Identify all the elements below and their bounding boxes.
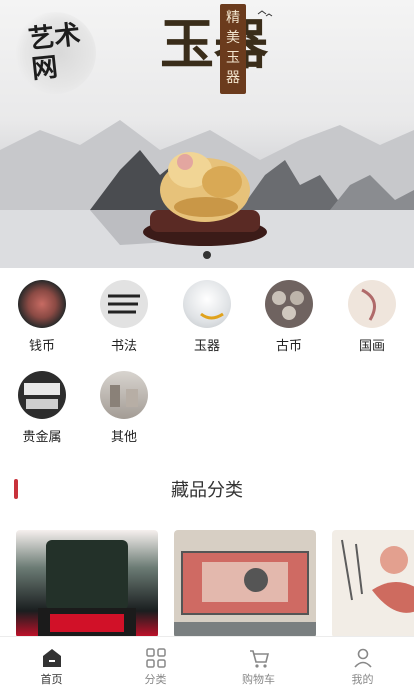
tab-home[interactable]: 首页 — [0, 637, 103, 692]
product-card[interactable] — [174, 530, 316, 638]
category-item-others[interactable]: 其他 — [94, 371, 154, 445]
tab-category[interactable]: 分类 — [104, 637, 207, 692]
category-item-ancient-coins[interactable]: 古币 — [259, 280, 319, 354]
section-header: 藏品分类 — [0, 468, 414, 508]
tab-label: 首页 — [40, 673, 63, 686]
category-label: 其他 — [110, 430, 137, 445]
category-item-jade[interactable]: 玉器 — [177, 280, 237, 354]
category-item-calligraphy[interactable]: 书法 — [94, 280, 154, 354]
category-label: 国画 — [358, 339, 385, 354]
section-title: 藏品分类 — [171, 480, 243, 501]
jade-icon — [183, 280, 231, 328]
chinese-painting-icon — [348, 280, 396, 328]
product-image-jade-seal — [38, 540, 136, 638]
banner-title: 玉器 — [160, 12, 268, 76]
others-icon — [100, 371, 148, 419]
banner-logo: 艺术网 — [27, 19, 82, 85]
category-item-banknotes[interactable]: 钱币 — [12, 280, 72, 354]
product-card[interactable] — [16, 530, 158, 638]
category-label: 钱币 — [28, 339, 55, 354]
home-icon — [42, 649, 61, 667]
carousel-indicator[interactable] — [203, 251, 211, 259]
category-item-precious-metal[interactable]: 贵金属 — [12, 371, 72, 445]
tab-label: 我的 — [351, 673, 374, 686]
product-image-banknote — [174, 551, 316, 638]
tab-label: 购物车 — [242, 673, 275, 686]
category-label: 贵金属 — [22, 430, 62, 445]
cart-icon — [249, 650, 269, 668]
product-card[interactable] — [332, 530, 414, 638]
grid-icon — [145, 648, 166, 668]
banner-seal: 精美玉器 — [220, 4, 246, 94]
tab-profile[interactable]: 我的 — [311, 637, 414, 692]
calligraphy-icon — [100, 280, 148, 328]
category-label: 古币 — [275, 339, 302, 354]
category-grid: 钱币 书法 玉器 古币 国画 贵金属 其他 — [0, 268, 414, 448]
bottom-tab-bar: 首页 分类 购物车 我的 — [0, 636, 414, 692]
product-list — [0, 530, 414, 640]
tab-cart[interactable]: 购物车 — [207, 637, 310, 692]
precious-metal-icon — [18, 371, 66, 419]
category-label: 书法 — [110, 339, 137, 354]
ancient-coins-icon — [265, 280, 313, 328]
category-label: 玉器 — [193, 339, 220, 354]
category-item-chinese-painting[interactable]: 国画 — [342, 280, 402, 354]
product-image-painting — [341, 539, 414, 613]
user-icon — [353, 648, 372, 668]
banner-carousel[interactable]: 艺术网 玉器 精美玉器 — [0, 0, 414, 268]
tab-label: 分类 — [144, 673, 167, 686]
app-page: 艺术网 玉器 精美玉器 钱币 书法 玉器 古币 国画 贵金属 其他 藏品分类 首… — [0, 0, 414, 692]
banknotes-icon — [18, 280, 66, 328]
